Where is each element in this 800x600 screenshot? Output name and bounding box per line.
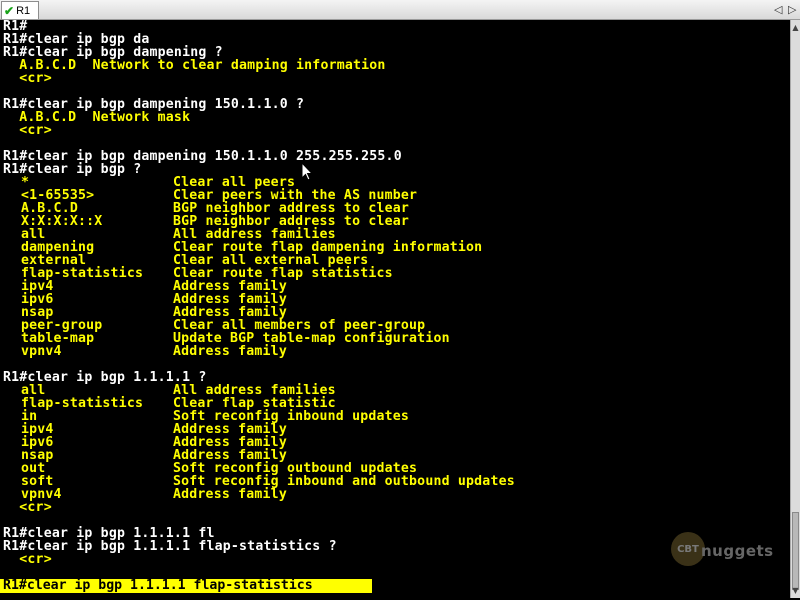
scroll-down-icon[interactable]: ▼ [791, 585, 800, 597]
logo-circle: CBT [671, 532, 705, 566]
scroll-up-icon[interactable]: ▲ [791, 22, 800, 34]
help-description: Address family [173, 344, 287, 359]
tab-label: R1 [16, 4, 31, 17]
terminal-line: <cr> [3, 71, 52, 86]
logo-text: nuggets [701, 542, 774, 560]
scroll-thumb[interactable] [792, 512, 799, 590]
tab-next-icon[interactable]: ▷ [788, 2, 796, 18]
tab-prev-icon[interactable]: ◁ [774, 2, 782, 18]
mouse-pointer-icon [301, 162, 313, 181]
terminal-line: <cr> [3, 552, 52, 567]
help-keyword: vpnv4 [21, 344, 62, 359]
help-description: Address family [173, 487, 287, 502]
tab-bar: ✔ R1 ◁ ▷ [0, 0, 800, 20]
terminal-line: <cr> [3, 123, 52, 138]
cbt-nuggets-logo: CBT nuggets [671, 530, 774, 570]
help-row: vpnv4 Address family [3, 345, 287, 358]
connected-check-icon: ✔ [4, 3, 15, 18]
command-input-line[interactable]: R1#clear ip bgp 1.1.1.1 flap-statistics [0, 579, 372, 593]
terminal-line: R1#clear ip bgp 1.1.1.1 flap-statistics … [3, 539, 337, 554]
terminal-output[interactable]: R1# R1#clear ip bgp da R1#clear ip bgp dam… [0, 20, 790, 598]
help-keyword: flap-statistics [21, 396, 144, 411]
terminal-line: A.B.C.D Network to clear damping informa… [3, 58, 386, 73]
terminal-line: <cr> [3, 500, 52, 515]
vertical-scrollbar[interactable]: ▲ ▼ [790, 20, 800, 598]
tab-r1[interactable]: ✔ R1 [1, 1, 39, 19]
